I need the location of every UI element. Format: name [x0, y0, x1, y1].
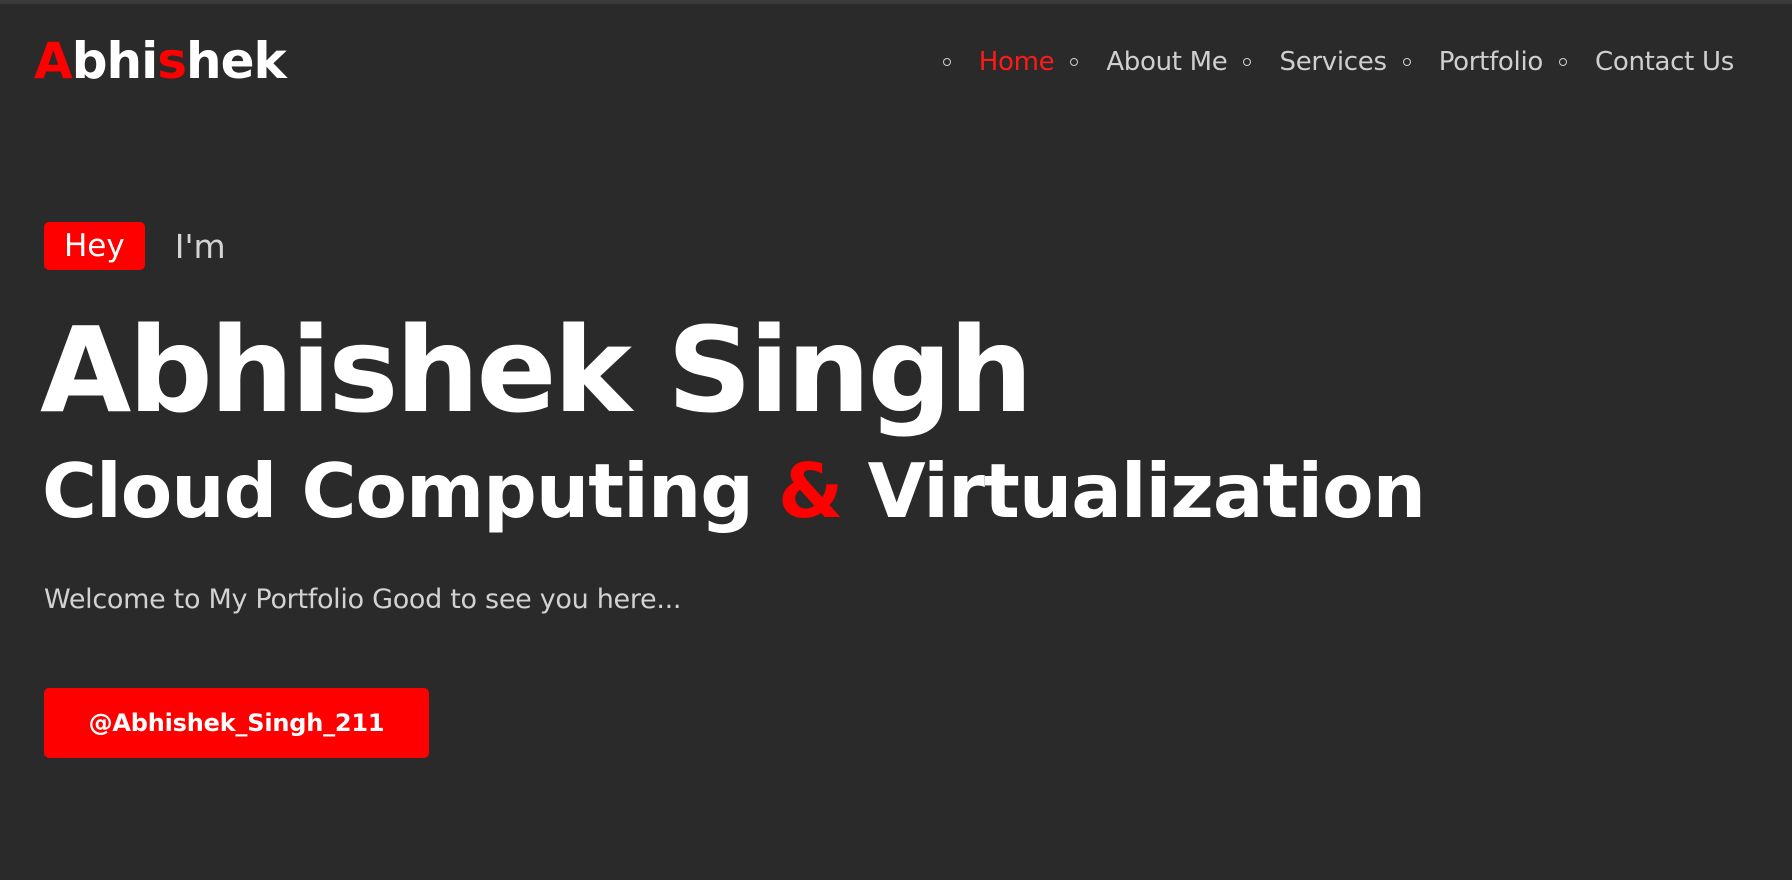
nav-bullet-icon	[1243, 58, 1252, 66]
site-logo[interactable]: Abhishek	[34, 30, 287, 92]
nav-link-about-me[interactable]: About Me	[1106, 47, 1227, 77]
nav-item-home: Home	[942, 47, 1071, 77]
hey-badge: Hey	[44, 222, 145, 270]
nav-link-home[interactable]: Home	[979, 47, 1055, 77]
nav-item-about-me: About Me	[1070, 47, 1243, 77]
nav-link-contact-us[interactable]: Contact Us	[1595, 47, 1734, 77]
subtitle-cloud-computing: Cloud Computing	[42, 447, 754, 535]
hero-subtitle: Cloud Computing & Virtualization	[42, 446, 1426, 536]
window-top-border	[0, 0, 1792, 4]
welcome-text: Welcome to My Portfolio Good to see you …	[44, 584, 682, 615]
nav-item-contact-us: Contact Us	[1559, 47, 1734, 77]
nav-link-services[interactable]: Services	[1279, 47, 1387, 77]
social-handle-button[interactable]: @Abhishek_Singh_211	[44, 688, 429, 758]
logo-letter-a: A	[34, 32, 73, 90]
nav-bullet-icon	[942, 58, 951, 66]
nav-bullet-icon	[1559, 58, 1567, 66]
nav-item-services: Services	[1243, 47, 1402, 77]
intro-text: I'm	[174, 226, 226, 266]
nav-link-portfolio[interactable]: Portfolio	[1439, 47, 1544, 77]
main-nav: Home About Me Services Portfolio Contact…	[942, 44, 1734, 80]
logo-letters-bhi: bhi	[71, 32, 159, 90]
nav-bullet-icon	[1070, 58, 1079, 66]
logo-letter-s: s	[157, 32, 187, 90]
subtitle-virtualization: Virtualization	[867, 447, 1426, 535]
hero-name: Abhishek Singh	[40, 301, 1033, 439]
nav-item-portfolio: Portfolio	[1402, 47, 1559, 77]
logo-letters-hek: hek	[186, 32, 287, 90]
greeting-row: Hey I'm	[44, 222, 226, 270]
nav-bullet-icon	[1402, 58, 1411, 66]
subtitle-ampersand: &	[778, 447, 843, 535]
